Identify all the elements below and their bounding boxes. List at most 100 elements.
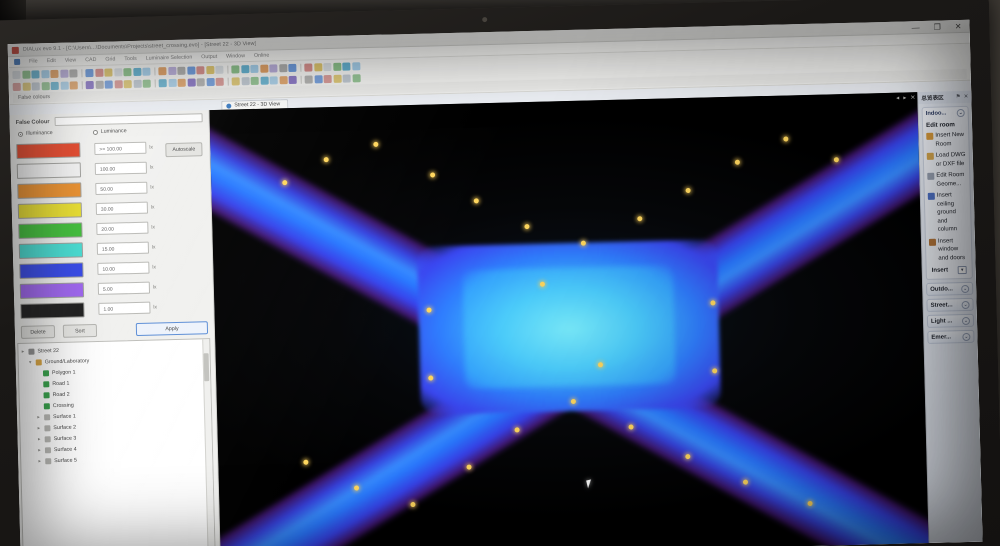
luminaire-marker-6[interactable] <box>580 240 587 246</box>
toolbar-button-1-5[interactable] <box>59 69 69 78</box>
toolbar-button-1-18[interactable] <box>196 65 205 74</box>
accordion-outdo[interactable]: Outdo... ⌄ <box>926 281 974 296</box>
toolbar-button-1-19[interactable] <box>205 65 214 74</box>
toolbar-button-2-26[interactable] <box>279 75 288 84</box>
toolbar-button-2-23[interactable] <box>250 76 259 85</box>
toolbar-button-2-17[interactable] <box>187 77 196 87</box>
toolbar-button-1-27[interactable] <box>288 63 297 72</box>
toolbar-button-2-7[interactable] <box>85 80 94 89</box>
toolbar-button-1-0[interactable] <box>12 70 21 79</box>
viewport-prev-icon[interactable]: ◂ <box>896 95 899 102</box>
colour-swatch-5[interactable] <box>18 241 84 259</box>
toolbar-button-2-8[interactable] <box>95 80 104 89</box>
luminaire-marker-13[interactable] <box>353 485 359 491</box>
toolbar-button-1-12[interactable] <box>132 67 142 76</box>
toolbar-button-1-4[interactable] <box>50 69 59 78</box>
chevron-down-icon[interactable]: ⌄ <box>956 108 965 118</box>
toolbar-button-2-19[interactable] <box>206 77 215 86</box>
sort-button[interactable]: Sort <box>62 323 98 338</box>
tree-expander-icon[interactable]: ▸ <box>36 425 41 431</box>
toolbar-button-1-23[interactable] <box>250 64 259 73</box>
toolbar-button-2-21[interactable] <box>231 76 240 85</box>
luminaire-marker-23[interactable] <box>709 300 716 306</box>
toolbar-button-1-10[interactable] <box>113 67 123 76</box>
maximize-icon[interactable]: ❐ <box>934 22 941 31</box>
colour-swatch-1[interactable] <box>16 161 82 179</box>
radio-illuminance[interactable]: Illuminance <box>17 130 53 137</box>
toolbar-button-1-21[interactable] <box>231 64 240 73</box>
menu-item-window[interactable]: Window <box>226 53 245 59</box>
toolbar-button-1-1[interactable] <box>21 70 31 79</box>
minimize-icon[interactable]: — <box>912 23 920 32</box>
toolbar-button-2-15[interactable] <box>168 78 177 87</box>
toolbar-button-2-1[interactable] <box>22 82 31 91</box>
toolbar-button-1-28[interactable] <box>304 62 313 72</box>
menu-item-file[interactable]: File <box>29 58 38 64</box>
toolbar-button-2-2[interactable] <box>31 81 40 91</box>
colour-swatch-4[interactable] <box>18 221 83 239</box>
accordion-light[interactable]: Light ... ⌄ <box>926 313 975 328</box>
toolbar-button-2-9[interactable] <box>104 80 113 89</box>
toolbar-button-1-32[interactable] <box>342 61 351 71</box>
toolbar-button-2-14[interactable] <box>158 78 167 87</box>
threshold-input-0[interactable]: >= 100.00 <box>94 141 147 155</box>
toolbar-button-1-6[interactable] <box>69 68 78 78</box>
toolbar-button-2-5[interactable] <box>60 81 69 90</box>
colour-swatch-2[interactable] <box>17 181 82 199</box>
tree-expander-icon[interactable]: ▸ <box>36 414 41 420</box>
toolbar-button-1-9[interactable] <box>104 68 113 77</box>
toolbar-button-1-7[interactable] <box>85 68 94 77</box>
panel-close-icon[interactable]: ✕ <box>964 94 969 100</box>
toolbar-button-2-29[interactable] <box>314 74 323 83</box>
toolbar-button-1-13[interactable] <box>142 67 151 76</box>
tree-expander-icon[interactable]: ▸ <box>37 436 42 442</box>
toolbar-button-1-33[interactable] <box>351 61 360 70</box>
threshold-input-1[interactable]: 100.00 <box>94 161 147 175</box>
threshold-input-7[interactable]: 5.00 <box>97 281 151 295</box>
threshold-input-3[interactable]: 30.00 <box>95 201 149 215</box>
toolbar-button-1-30[interactable] <box>323 62 332 71</box>
colour-swatch-3[interactable] <box>17 201 83 219</box>
toolbar-button-1-20[interactable] <box>215 65 224 74</box>
toolbar-button-2-31[interactable] <box>333 74 342 83</box>
insert-ceiling-ground-column[interactable]: Insert ceiling ground and column <box>925 190 971 237</box>
toolbar-button-2-0[interactable] <box>12 82 21 91</box>
toolbar-button-1-24[interactable] <box>259 64 268 73</box>
menu-item-cad[interactable]: CAD <box>85 57 96 63</box>
toolbar-button-2-32[interactable] <box>342 73 351 83</box>
toolbar-button-2-22[interactable] <box>241 76 250 85</box>
viewport-next-icon[interactable]: ▸ <box>903 94 906 101</box>
insert-window-doors[interactable]: Insert window and doors <box>926 235 972 265</box>
toolbar-button-2-13[interactable] <box>142 79 151 88</box>
luminaire-marker-2[interactable] <box>373 141 379 148</box>
toolbar-button-1-22[interactable] <box>240 64 249 73</box>
toolbar-button-1-8[interactable] <box>94 68 104 77</box>
luminaire-marker-15[interactable] <box>466 464 472 470</box>
threshold-input-6[interactable]: 10.00 <box>97 261 150 275</box>
luminaire-marker-4[interactable] <box>473 197 479 204</box>
accordion-street[interactable]: Street... ⌄ <box>926 297 974 312</box>
insert-row[interactable]: Insert ▾ <box>930 265 969 276</box>
luminaire-marker-12[interactable] <box>303 459 309 465</box>
threshold-input-8[interactable]: 1.00 <box>98 301 151 315</box>
menu-item-edit[interactable]: Edit <box>47 58 56 64</box>
insert-dropdown-icon[interactable]: ▾ <box>957 265 967 275</box>
menu-item-grid[interactable]: Grid <box>105 56 115 62</box>
toolbar-button-2-27[interactable] <box>288 75 297 84</box>
viewport-close-icon[interactable]: ✕ <box>910 94 915 101</box>
menu-item-view[interactable]: View <box>65 57 77 63</box>
toolbar-button-2-30[interactable] <box>323 74 332 83</box>
object-tree[interactable]: ▸ Street 22 ▾ Ground/Laboratory Polygon 1 Roa… <box>17 338 216 546</box>
toolbar-button-2-6[interactable] <box>69 80 78 90</box>
tree-expander-icon[interactable]: ▸ <box>20 348 25 354</box>
radio-luminance[interactable]: Luminance <box>92 128 127 135</box>
toolbar-button-1-26[interactable] <box>278 63 287 72</box>
toolbar-button-1-16[interactable] <box>177 66 186 75</box>
colour-swatch-7[interactable] <box>19 281 85 299</box>
toolbar-button-2-16[interactable] <box>177 78 186 87</box>
toolbar-button-2-24[interactable] <box>260 76 269 85</box>
tree-expander-icon[interactable]: ▾ <box>28 359 33 365</box>
colour-swatch-8[interactable] <box>20 301 85 319</box>
toolbar-button-1-3[interactable] <box>40 69 50 78</box>
autoscale-button[interactable]: Autoscale <box>165 142 203 158</box>
